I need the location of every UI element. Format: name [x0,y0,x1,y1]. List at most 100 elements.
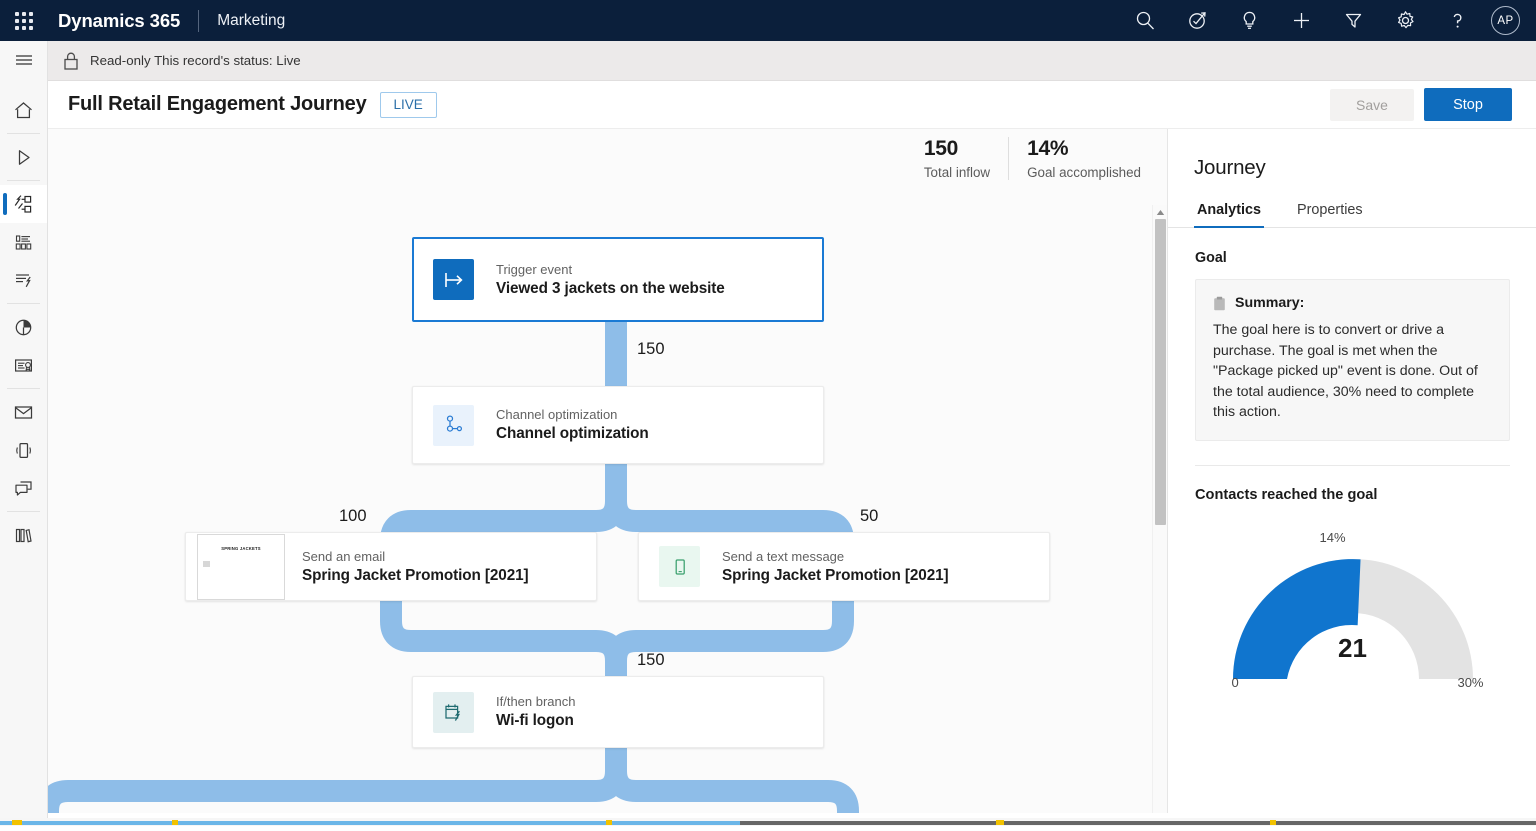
stop-button[interactable]: Stop [1424,88,1512,121]
summary-label: Summary: [1235,295,1304,311]
canvas-vertical-scrollbar[interactable] [1152,205,1167,813]
journey-node-trigger[interactable]: Trigger event Viewed 3 jackets on the we… [412,237,824,322]
flow-edge-label-merge: 150 [637,651,665,670]
panel-title: Journey [1168,129,1536,180]
chat-icon [13,478,34,499]
app-launcher-button[interactable] [0,0,48,41]
summary-header: Summary: [1213,295,1492,311]
sidebar-item-customer-journeys[interactable] [0,185,47,223]
gauge-center-value: 21 [1196,633,1510,664]
envelope-icon [13,402,34,423]
rail-separator [7,180,40,181]
search-icon[interactable] [1119,0,1171,41]
home-icon [13,100,34,121]
email-thumbnail-heading: SPRING JACKETS [198,546,284,551]
node-title: Channel optimization [496,425,649,443]
email-thumbnail: SPRING JACKETS [197,534,285,600]
sidebar-item-home[interactable] [0,91,47,129]
node-text: Channel optimization Channel optimizatio… [496,407,649,443]
summary-text: The goal here is to convert or drive a p… [1213,320,1492,423]
play-icon [13,147,34,168]
lock-icon [62,51,80,71]
assistant-icon[interactable] [1171,0,1223,41]
gauge-svg [1196,517,1510,692]
top-navigation-bar: Dynamics 365 Marketing AP [0,0,1536,41]
app-name-label: Marketing [217,12,285,30]
journey-canvas[interactable]: 150 Total inflow 14% Goal accomplished [48,129,1167,813]
flow-edge-label-sms-branch: 50 [860,507,878,526]
tab-analytics[interactable]: Analytics [1194,202,1264,227]
add-icon[interactable] [1275,0,1327,41]
node-title: Spring Jacket Promotion [2021] [722,567,949,585]
settings-icon[interactable] [1379,0,1431,41]
goal-section-heading: Goal [1195,250,1510,266]
panel-body: Goal Summary: The goal here is to conver… [1168,228,1536,692]
mobile-icon [13,440,34,461]
sidebar-item-push-notifications[interactable] [0,469,47,507]
trigger-arrow-icon [433,259,474,300]
command-bar: Full Retail Engagement Journey LIVE Save… [48,81,1536,129]
journey-node-channel-optimization[interactable]: Channel optimization Channel optimizatio… [412,386,824,464]
gauge-min-label: 0 [1232,675,1239,690]
chart-title: Contacts reached the goal [1195,487,1510,503]
pie-chart-icon [13,317,34,338]
hamburger-icon [14,52,34,68]
avatar[interactable]: AP [1491,6,1520,35]
library-icon [13,525,34,546]
sidebar-item-certificates[interactable] [0,346,47,384]
panel-divider [1195,465,1510,466]
sidebar-item-recent[interactable] [0,138,47,176]
sidebar-item-triggers[interactable] [0,261,47,299]
readonly-text: Read-only This record's status: Live [90,53,301,68]
node-text: Trigger event Viewed 3 jackets on the we… [496,262,725,298]
status-badge[interactable]: LIVE [380,92,437,118]
nav-divider [198,10,199,32]
help-icon[interactable] [1431,0,1483,41]
command-bar-actions: Save Stop [1330,88,1512,121]
tab-properties[interactable]: Properties [1294,202,1366,227]
node-title: Spring Jacket Promotion [2021] [302,567,529,585]
filter-icon[interactable] [1327,0,1379,41]
rail-separator [7,511,40,512]
panel-tabs: Analytics Properties [1168,202,1536,228]
segments-icon [13,232,34,253]
sidebar-item-segments[interactable] [0,223,47,261]
email-thumbnail-image-placeholder [203,561,210,567]
idea-icon[interactable] [1223,0,1275,41]
scrollbar-thumb[interactable] [1155,219,1166,525]
waffle-icon [15,12,33,30]
node-title: Viewed 3 jackets on the website [496,280,725,298]
journey-node-send-email[interactable]: SPRING JACKETS Send an email Spring Jack… [185,532,597,601]
node-kicker: Trigger event [496,262,725,277]
journey-node-if-then-branch[interactable]: If/then branch Wi-fi logon [412,676,824,748]
rail-separator [7,303,40,304]
journey-node-send-text-message[interactable]: Send a text message Spring Jacket Promot… [638,532,1050,601]
bottom-progress-strip[interactable] [0,813,1536,821]
node-kicker: Channel optimization [496,407,649,422]
top-nav-actions: AP [1119,0,1536,41]
sidebar-item-text-messages[interactable] [0,431,47,469]
journey-details-panel: Journey Analytics Properties Goal Summar… [1167,129,1536,813]
flow-edge-label-inflow: 150 [637,340,665,359]
node-title: Wi-fi logon [496,712,576,730]
sidebar-item-analytics[interactable] [0,308,47,346]
left-nav-rail [0,41,48,821]
node-kicker: Send an email [302,549,529,564]
flow-edge-label-email-branch: 100 [339,507,367,526]
save-button[interactable]: Save [1330,89,1414,121]
certificate-icon [13,355,34,376]
journey-flow: Trigger event Viewed 3 jackets on the we… [48,129,1167,813]
sidebar-item-library[interactable] [0,516,47,554]
node-text: Send an email Spring Jacket Promotion [2… [302,549,529,585]
sidebar-item-emails[interactable] [0,393,47,431]
hamburger-menu-button[interactable] [0,41,47,79]
brand-title: Dynamics 365 [58,10,180,32]
node-text: Send a text message Spring Jacket Promot… [722,549,949,585]
rail-separator [7,133,40,134]
channel-optimization-icon [433,405,474,446]
page-title: Full Retail Engagement Journey [68,93,367,116]
node-text: If/then branch Wi-fi logon [496,694,576,730]
readonly-banner: Read-only This record's status: Live [48,41,1536,81]
scroll-up-arrow-icon[interactable] [1153,205,1167,219]
node-kicker: If/then branch [496,694,576,709]
